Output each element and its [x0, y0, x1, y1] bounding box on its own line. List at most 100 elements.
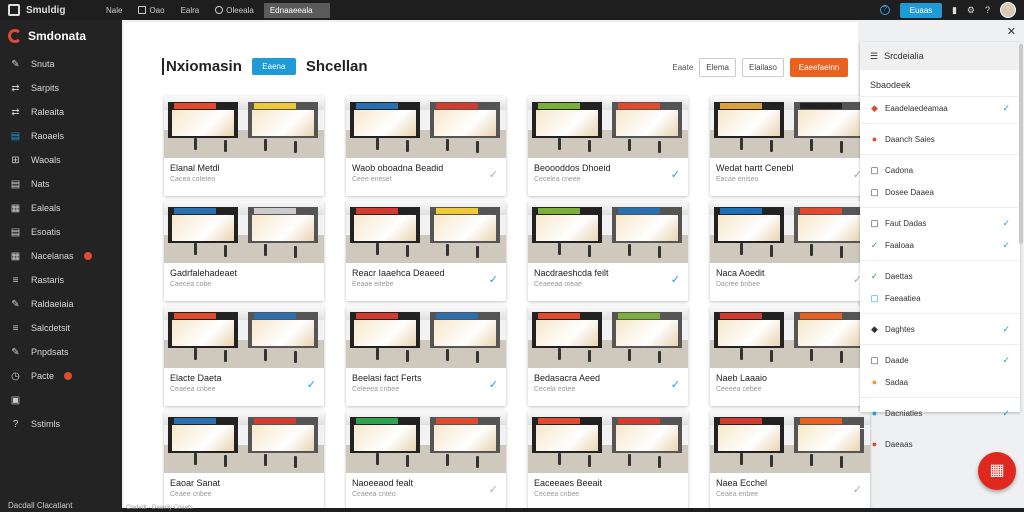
sidebar-item-2[interactable]: ⇄ Raleaita	[0, 100, 122, 124]
close-icon[interactable]: ✕	[1007, 25, 1016, 38]
store-card[interactable]: Beoooddos Dhoeid Cecelea cneee ✓	[528, 96, 688, 196]
store-card[interactable]: Elanal Metdl Cacea coteteo	[164, 96, 324, 196]
store-image	[710, 411, 870, 473]
panel-row[interactable]: ▢ Faut Dadas ✓	[860, 212, 1020, 234]
page-subtitle: Shcellan	[305, 58, 368, 75]
sidebar-item-4[interactable]: ⊞ Waoals	[0, 148, 122, 172]
tab-0[interactable]: Nale	[100, 3, 128, 18]
check-icon[interactable]: ✓	[671, 168, 680, 181]
sidebar-item-14[interactable]: ▣	[0, 388, 122, 412]
store-card[interactable]: Nacdraeshcda feilt Ceaeeaa oteae ✓	[528, 201, 688, 301]
sidebar-item-1[interactable]: ⇄ Sarpits	[0, 76, 122, 100]
divider	[860, 260, 1020, 261]
check-icon[interactable]: ✓	[1002, 240, 1010, 251]
primary-button[interactable]: Eaena	[251, 58, 296, 75]
check-icon[interactable]: ✓	[853, 483, 862, 496]
help-circle-icon[interactable]: ?	[985, 5, 990, 15]
tab-circle-icon	[215, 5, 224, 14]
avatar[interactable]	[1000, 2, 1016, 18]
secondary-button[interactable]: Elema	[699, 58, 736, 77]
check-icon[interactable]: ✓	[489, 168, 498, 181]
sidebar-item-15[interactable]: ? Sstimls	[0, 412, 122, 436]
check-icon[interactable]: ✓	[671, 378, 680, 391]
sidebar-item-11[interactable]: ≡ Salcdetsit	[0, 316, 122, 340]
sidebar-item-0[interactable]: ✎ Snuta	[0, 52, 122, 76]
gear-icon[interactable]: ⚙	[967, 5, 975, 16]
sidebar: Smdonata ✎ Snuta ⇄ Sarpits ⇄ Raleaita ▤ Raoaels…	[0, 20, 122, 512]
store-card[interactable]: Beelasi fact Ferts Celeeea cnbee ✓	[346, 306, 506, 406]
store-card[interactable]: Gadrfalehadeaet Caecea cobe	[164, 201, 324, 301]
create-button[interactable]: Eaeefaeinn	[790, 58, 848, 77]
sidebar-item-8[interactable]: ▦ Nacelanas	[0, 244, 122, 268]
panel-row[interactable]: ✓ Daettas	[860, 265, 1020, 287]
check-icon[interactable]: ✓	[489, 378, 498, 391]
swap-icon: ⇄	[11, 82, 20, 94]
sidebar-item-5[interactable]: ▤ Nats	[0, 172, 122, 196]
panel-row[interactable]: ◆ Eaadelaedeamaa ✓	[860, 97, 1020, 119]
panel-row[interactable]: ▢ Faeaatiea	[860, 287, 1020, 309]
floating-action-button[interactable]: ▦	[978, 452, 1016, 490]
check-icon[interactable]: ✓	[1002, 355, 1010, 366]
store-card[interactable]: Wedat hartt Cenebl Eacae eniseo ✓	[710, 96, 870, 196]
sidebar-item-13[interactable]: ◷ Pacte	[0, 364, 122, 388]
tertiary-button[interactable]: Elailaso	[741, 58, 784, 77]
notification-badge	[64, 372, 73, 380]
store-card-title: Gadrfalehadeaet	[170, 268, 238, 278]
wrench-icon: ✎	[11, 298, 20, 310]
app-brand[interactable]: Smuldig	[8, 4, 100, 16]
sidebar-item-9[interactable]: ≡ Rastaris	[0, 268, 122, 292]
bookmark-icon[interactable]: ▮	[952, 5, 957, 16]
store-card[interactable]: Eaoar Sanat Ceaee cnbee	[164, 411, 324, 511]
store-card[interactable]: Bedasacra Aeed Cecela eotee ✓	[528, 306, 688, 406]
app-logo-icon	[8, 4, 20, 16]
store-card[interactable]: Waob oboadna Beadid Ceee eneset ✓	[346, 96, 506, 196]
panel-row-label: Daghtes	[885, 324, 915, 334]
sidebar-item-6[interactable]: ▦ Ealeals	[0, 196, 122, 220]
store-card[interactable]: Naca Aoedit Dacree bnbee ✓	[710, 201, 870, 301]
sidebar-item-3[interactable]: ▤ Raoaels	[0, 124, 122, 148]
panel-menu-icon[interactable]: ☰	[870, 51, 878, 62]
tab-3[interactable]: Oleeala	[209, 3, 260, 18]
store-card[interactable]: Elacte Daeta Ceaeea cnbee ✓	[164, 306, 324, 406]
panel-row[interactable]: ● Daanch Saies	[860, 128, 1020, 150]
sidebar-item-label: Snuta	[31, 59, 55, 69]
check-icon[interactable]: ✓	[671, 273, 680, 286]
store-card[interactable]: Naea Ecchel Ceaea enbee ✓	[710, 411, 870, 511]
tab-2[interactable]: Ealra	[175, 3, 206, 18]
panel-row[interactable]: ✓ Faaloaa ✓	[860, 234, 1020, 256]
check-icon[interactable]: ✓	[489, 483, 498, 496]
store-card-title: Bedasacra Aeed	[534, 373, 601, 383]
panel-row[interactable]: ▢ Dosee Daaea	[860, 181, 1020, 203]
sidebar-logo-icon	[8, 29, 22, 43]
store-card[interactable]: Naoeeaod fealt Ceaeea cnteo ✓	[346, 411, 506, 511]
circle-icon: ●	[871, 134, 878, 144]
panel-row[interactable]: ● Dacniatles ✓	[860, 402, 1020, 424]
sidebar-brand[interactable]: Smdonata	[0, 20, 122, 52]
panel-row[interactable]: ▢ Daade ✓	[860, 349, 1020, 371]
panel-row[interactable]: ▢ Cadona	[860, 159, 1020, 181]
check-icon[interactable]: ✓	[1002, 408, 1010, 419]
scrollbar[interactable]	[1019, 44, 1023, 244]
store-image	[528, 201, 688, 263]
panel-row[interactable]: ● Sadaa	[860, 371, 1020, 393]
sidebar-item-12[interactable]: ✎ Pnpdsats	[0, 340, 122, 364]
store-card[interactable]: Naeb Laaaio Ceeeea cebee	[710, 306, 870, 406]
check-icon[interactable]: ✓	[307, 378, 316, 391]
details-panel: ☰ Srcdeialia Sbaodeek ◆ Eaadelaedeamaa ✓ ● D…	[860, 42, 1020, 449]
tab-1[interactable]: Oao	[132, 3, 170, 18]
store-card[interactable]: Eaceeaes Beeait Ceceea cnbee	[528, 411, 688, 511]
check-icon[interactable]: ✓	[1002, 103, 1010, 114]
store-card-subtitle: Ceee eneset	[352, 176, 392, 183]
help-icon[interactable]: ?	[879, 5, 890, 15]
tab-4[interactable]: Ednaaeeala	[263, 2, 330, 18]
check-icon[interactable]: ✓	[489, 273, 498, 286]
sidebar-item-10[interactable]: ✎ Raldaeiaia	[0, 292, 122, 316]
top-action-button[interactable]: Euaas	[899, 2, 942, 18]
check-icon[interactable]: ✓	[1002, 218, 1010, 229]
store-card-title: Naeb Laaaio	[716, 373, 768, 383]
panel-row[interactable]: ◆ Daghtes ✓	[860, 318, 1020, 340]
check-icon[interactable]: ✓	[1002, 324, 1010, 335]
store-card[interactable]: Reacr Iaaehca Deaeed Eeaae eitebe ✓	[346, 201, 506, 301]
sidebar-item-7[interactable]: ▤ Esoatis	[0, 220, 122, 244]
store-card-subtitle: Ceaeeaa oteae	[534, 281, 582, 288]
